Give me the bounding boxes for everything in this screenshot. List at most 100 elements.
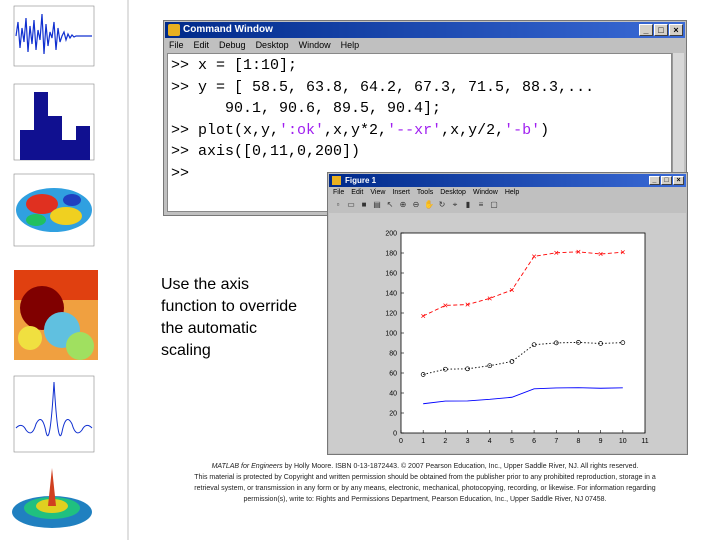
x-tick-label: 4 xyxy=(488,438,492,445)
footer-line-2: This material is protected by Copyright … xyxy=(194,474,656,481)
figure-window[interactable]: Figure 1 _ □ × File Edit View Insert Too… xyxy=(327,172,688,455)
hide-tools-icon[interactable]: ▢ xyxy=(489,200,499,210)
open-file-icon[interactable]: ▭ xyxy=(346,200,356,210)
sinc-plot-thumbnail xyxy=(2,372,98,460)
figure-icon xyxy=(332,176,341,185)
command-line: >> x = [1:10]; xyxy=(171,55,671,77)
code-text: ,x,y/2, xyxy=(441,121,505,139)
menu-debug[interactable]: Debug xyxy=(219,38,246,52)
menu-edit[interactable]: Edit xyxy=(194,38,210,52)
code-text: 90.1, 90.6, 89.5, 90.4]; xyxy=(171,100,442,117)
y-tick-label: 160 xyxy=(385,271,397,278)
data-cursor-icon[interactable]: ⌖ xyxy=(450,200,460,210)
zoom-out-icon[interactable]: ⊖ xyxy=(411,200,421,210)
command-line: >> y = [ 58.5, 63.8, 64.2, 67.3, 71.5, 8… xyxy=(171,77,671,99)
pan-icon[interactable]: ✋ xyxy=(424,200,434,210)
figure-close-button[interactable]: × xyxy=(673,176,684,185)
rotate-icon[interactable]: ↻ xyxy=(437,200,447,210)
maximize-button[interactable]: □ xyxy=(654,24,668,36)
figure-menubar: File Edit View Insert Tools Desktop Wind… xyxy=(329,187,686,198)
save-icon[interactable]: ■ xyxy=(359,200,369,210)
fig-menu-edit[interactable]: Edit xyxy=(351,187,363,198)
fig-menu-file[interactable]: File xyxy=(333,187,344,198)
y-tick-label: 100 xyxy=(385,331,397,338)
figure-toolbar: ▫ ▭ ■ ▤ ↖ ⊕ ⊖ ✋ ↻ ⌖ ▮ ≡ ▢ xyxy=(329,198,686,212)
figure-window-title: Figure 1 xyxy=(345,176,377,185)
x-tick-label: 2 xyxy=(443,438,447,445)
y-tick-label: 180 xyxy=(385,251,397,258)
y-tick-label: 80 xyxy=(389,351,397,358)
new-figure-icon[interactable]: ▫ xyxy=(333,200,343,210)
axes-box xyxy=(400,232,646,434)
command-line: 90.1, 90.6, 89.5, 90.4]; xyxy=(171,98,671,120)
menu-desktop[interactable]: Desktop xyxy=(256,38,289,52)
x-tick-label: 11 xyxy=(641,438,648,445)
y-tick-label: 120 xyxy=(385,311,397,318)
fractal-image-thumbnail xyxy=(2,268,98,364)
code-text: >> axis([0,11,0,200]) xyxy=(171,143,361,160)
y-tick-label: 60 xyxy=(389,371,397,378)
code-string: '-b' xyxy=(504,121,541,139)
code-text: >> x = [1:10]; xyxy=(171,57,298,74)
fig-menu-desktop[interactable]: Desktop xyxy=(440,187,466,198)
y-tick-label: 200 xyxy=(385,231,397,238)
y-tick-label: 0 xyxy=(393,431,397,438)
fig-menu-window[interactable]: Window xyxy=(473,187,498,198)
fig-menu-help[interactable]: Help xyxy=(505,187,519,198)
legend-icon[interactable]: ≡ xyxy=(476,200,486,210)
x-tick-label: 9 xyxy=(599,438,603,445)
footer-book-title: MATLAB for Engineers xyxy=(211,463,283,470)
bar-chart-thumbnail xyxy=(2,78,98,170)
figure-maximize-button[interactable]: □ xyxy=(661,176,672,185)
command-line: >> axis([0,11,0,200]) xyxy=(171,141,671,163)
thumbnail-strip xyxy=(0,0,100,540)
command-window-menubar: File Edit Debug Desktop Window Help xyxy=(165,38,685,52)
figure-plot-area: 0 1 2 3 4 5 6 7 8 9 10 11 0 20 40 60 80 100 120 140 160 180 20… xyxy=(329,213,686,453)
signal-plot-thumbnail xyxy=(2,2,98,74)
x-tick-label: 0 xyxy=(399,438,403,445)
x-tick-label: 8 xyxy=(577,438,581,445)
menu-file[interactable]: File xyxy=(169,38,184,52)
x-tick-label: 10 xyxy=(619,438,627,445)
x-tick-label: 5 xyxy=(510,438,514,445)
footer-line-1: by Holly Moore. ISBN 0-13-1872443. © 200… xyxy=(282,463,639,470)
menu-window[interactable]: Window xyxy=(299,38,331,52)
print-icon[interactable]: ▤ xyxy=(372,200,382,210)
x-tick-label: 3 xyxy=(466,438,470,445)
copyright-footer: MATLAB for Engineers by Holly Moore. ISB… xyxy=(130,461,720,505)
line-chart: 0 1 2 3 4 5 6 7 8 9 10 11 0 20 40 60 80 100 120 140 160 180 20… xyxy=(385,231,648,446)
minimize-button[interactable]: _ xyxy=(639,24,653,36)
fig-menu-insert[interactable]: Insert xyxy=(392,187,410,198)
menu-help[interactable]: Help xyxy=(341,38,360,52)
code-text: >> xyxy=(171,164,190,182)
x-tick-label: 1 xyxy=(421,438,425,445)
figure-window-titlebar[interactable]: Figure 1 _ □ × xyxy=(329,174,686,187)
colorbar-icon[interactable]: ▮ xyxy=(463,200,473,210)
x-tick-label: 6 xyxy=(532,438,536,445)
fig-menu-tools[interactable]: Tools xyxy=(417,187,433,198)
code-text: >> plot(x,y, xyxy=(171,121,280,139)
figure-minimize-button[interactable]: _ xyxy=(649,176,660,185)
3d-surface-thumbnail xyxy=(2,462,98,538)
command-window-title: Command Window xyxy=(183,24,273,35)
slide-caption: Use the axis function to override the au… xyxy=(161,276,298,359)
y-tick-label: 140 xyxy=(385,291,397,298)
surface-plot-thumbnail xyxy=(2,172,98,252)
x-tick-label: 7 xyxy=(554,438,558,445)
code-text: ) xyxy=(540,121,550,139)
command-window-titlebar[interactable]: Command Window _ □ × xyxy=(165,22,685,38)
y-tick-label: 40 xyxy=(389,391,397,398)
footer-line-3: retrieval system, or transmission in any… xyxy=(194,485,656,492)
footer-line-4: permission(s), write to: Rights and Perm… xyxy=(243,496,607,503)
code-string: ':ok' xyxy=(279,121,325,139)
y-tick-label: 20 xyxy=(389,411,397,418)
code-string: '--xr' xyxy=(387,121,442,139)
edit-plot-icon[interactable]: ↖ xyxy=(385,200,395,210)
close-button[interactable]: × xyxy=(669,24,683,36)
code-text: >> y = [ 58.5, 63.8, 64.2, 67.3, 71.5, 8… xyxy=(171,78,595,96)
strip-divider xyxy=(127,0,129,540)
command-line: >> plot(x,y,':ok',x,y*2,'--xr',x,y/2,'-b… xyxy=(171,120,671,142)
matlab-icon xyxy=(168,24,180,36)
fig-menu-view[interactable]: View xyxy=(370,187,385,198)
zoom-in-icon[interactable]: ⊕ xyxy=(398,200,408,210)
